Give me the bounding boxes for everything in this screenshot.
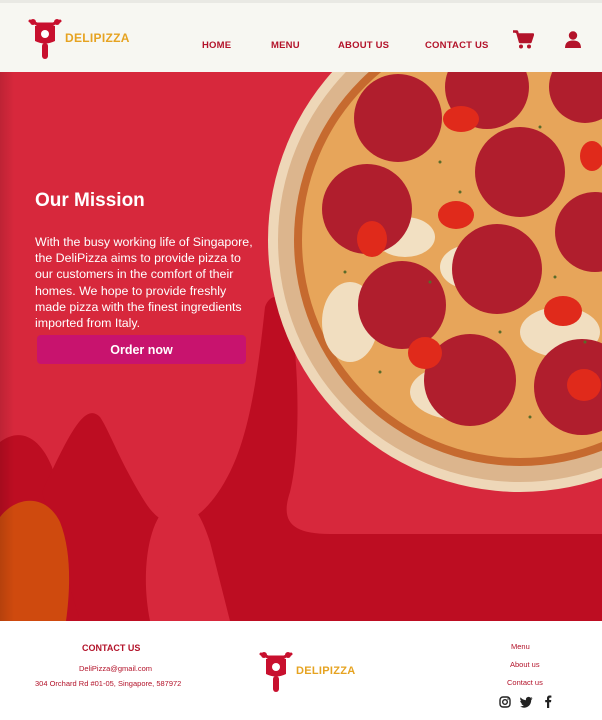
- nav-about-us[interactable]: ABOUT US: [338, 40, 389, 51]
- instagram-icon: [499, 696, 511, 708]
- footer-link-contact-us[interactable]: Contact us: [507, 678, 543, 687]
- facebook-link[interactable]: [544, 695, 552, 713]
- brand-logo[interactable]: DELIPIZZA: [28, 15, 130, 61]
- cart-icon: [513, 30, 535, 49]
- footer-link-about-us[interactable]: About us: [510, 660, 540, 669]
- mission-hero: Our Mission With the busy working life o…: [0, 72, 602, 621]
- mission-text: With the busy working life of Singapore,…: [35, 235, 253, 331]
- scooter-icon: [28, 19, 62, 59]
- instagram-link[interactable]: [499, 695, 511, 713]
- nav-contact-us[interactable]: CONTACT US: [425, 40, 489, 51]
- twitter-icon: [520, 696, 533, 708]
- footer-contact-title: CONTACT US: [82, 643, 141, 653]
- footer-brand-name: DELIPIZZA: [296, 665, 356, 677]
- user-icon: [565, 31, 581, 48]
- nav-menu[interactable]: MENU: [271, 40, 300, 51]
- twitter-link[interactable]: [520, 695, 533, 713]
- hero-edge-shadow: [0, 72, 14, 621]
- site-footer: CONTACT US DeliPizza@gmail.com 304 Orcha…: [0, 621, 602, 720]
- pepperoni-pizza: [268, 72, 602, 492]
- brand-name: DELIPIZZA: [65, 31, 130, 45]
- facebook-icon: [545, 695, 552, 708]
- nav-home[interactable]: HOME: [202, 40, 231, 51]
- footer-logo[interactable]: DELIPIZZA: [259, 648, 356, 694]
- footer-link-menu[interactable]: Menu: [511, 642, 530, 651]
- footer-email[interactable]: DeliPizza@gmail.com: [79, 664, 152, 673]
- cart-button[interactable]: [513, 30, 535, 54]
- mission-title: Our Mission: [35, 190, 145, 211]
- account-button[interactable]: [565, 31, 581, 53]
- scooter-icon: [259, 652, 293, 692]
- footer-address: 304 Orchard Rd #01-05, Singapore, 587972: [35, 679, 182, 688]
- site-header: DELIPIZZA HOME MENU ABOUT US CONTACT US: [0, 0, 602, 72]
- order-now-button[interactable]: Order now: [37, 335, 246, 364]
